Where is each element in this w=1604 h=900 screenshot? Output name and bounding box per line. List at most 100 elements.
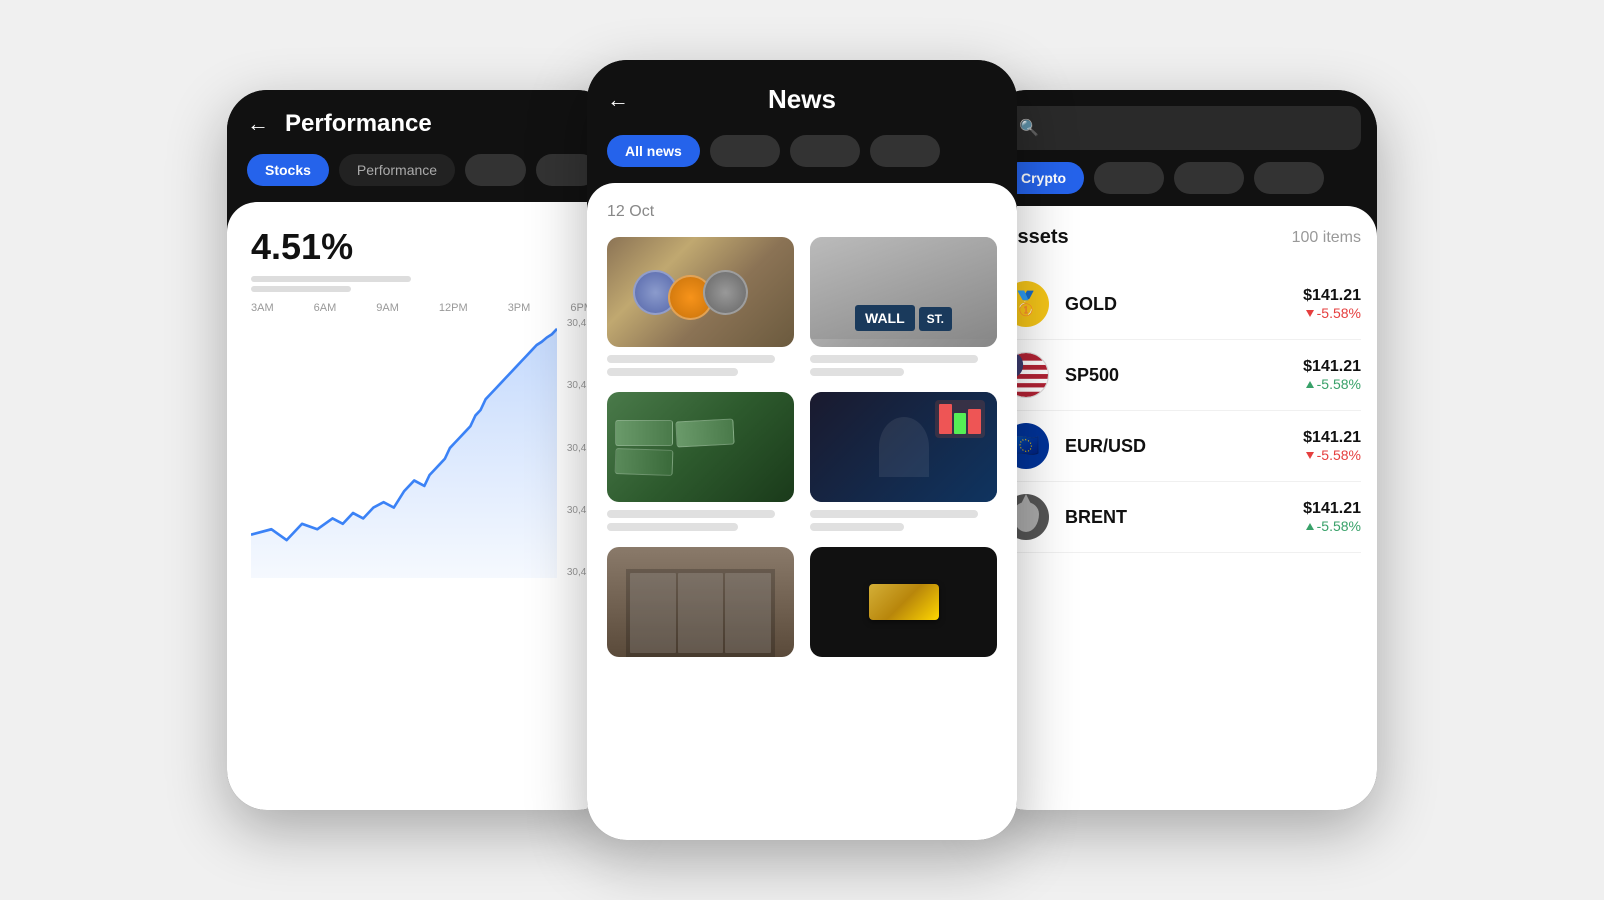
phone-news: ← News All news 12 Oct: [587, 60, 1017, 840]
assets-content: Assets 100 items 🥇 GOLD $141.21: [987, 206, 1377, 810]
wall-st-label: WALL: [855, 305, 915, 331]
news-line: [810, 510, 978, 518]
news-item-cash[interactable]: [607, 392, 794, 531]
back-arrow-icon[interactable]: ←: [247, 111, 269, 137]
news-tabs: All news: [587, 135, 1017, 183]
news-line: [810, 368, 904, 376]
crypto-tab-dot-2: [1174, 162, 1244, 194]
news-text-cash: [607, 510, 794, 531]
news-text-wallst: [810, 355, 997, 376]
news-content: 12 Oct: [587, 183, 1017, 840]
news-tab-dot-1: [710, 135, 780, 167]
tab-stocks[interactable]: Stocks: [247, 154, 329, 186]
performance-title: Performance: [285, 110, 432, 138]
news-back-icon[interactable]: ←: [607, 87, 629, 113]
news-grid-row-3: [607, 547, 997, 657]
assets-count: 100 items: [1292, 229, 1361, 247]
bill-2: [675, 418, 734, 447]
down-arrow-icon: [1306, 452, 1314, 459]
assets-list: Assets 100 items 🥇 GOLD $141.21: [987, 206, 1377, 810]
asset-name-gold: GOLD: [1065, 294, 1303, 315]
news-line: [607, 523, 738, 531]
asset-name-sp500: SP500: [1065, 365, 1303, 386]
news-image-goldbar: [810, 547, 997, 657]
crypto-tab-dot-1: [1094, 162, 1164, 194]
x-label-6am: 6AM: [314, 302, 337, 314]
news-date: 12 Oct: [607, 203, 997, 221]
perf-sublines: [227, 268, 617, 292]
up-arrow-icon: [1306, 523, 1314, 530]
asset-item-eurusd[interactable]: 🇪🇺 EUR/USD $141.21 -5.58%: [1003, 411, 1361, 482]
down-arrow-icon: [1306, 310, 1314, 317]
chart-x-labels: 3AM 6AM 9AM 12PM 3PM 6PM: [251, 302, 593, 318]
x-label-12pm: 12PM: [439, 302, 468, 314]
news-header: ← News: [587, 60, 1017, 135]
news-text-crypto: [607, 355, 794, 376]
news-grid-row-1: WALL ST.: [607, 237, 997, 376]
sp500-price-group: $141.21 -5.58%: [1303, 358, 1361, 392]
news-item-trader[interactable]: [810, 392, 997, 531]
gold-price-group: $141.21 -5.58%: [1303, 287, 1361, 321]
performance-header: ← Performance: [227, 90, 617, 154]
tab-all-news[interactable]: All news: [607, 135, 700, 167]
news-text-trader: [810, 510, 997, 531]
brent-price-group: $141.21 -5.58%: [1303, 500, 1361, 534]
performance-tabs: Stocks Performance: [227, 154, 617, 202]
x-label-3pm: 3PM: [508, 302, 531, 314]
phone-performance: ← Performance Stocks Performance 4.51%: [227, 90, 617, 810]
asset-item-sp500[interactable]: SP500 $141.21 -5.58%: [1003, 340, 1361, 411]
screen-display: [935, 400, 985, 438]
news-item-wallst[interactable]: WALL ST.: [810, 237, 997, 376]
st-label: ST.: [919, 307, 952, 331]
news-item-building[interactable]: [607, 547, 794, 657]
gold-price: $141.21: [1303, 287, 1361, 305]
news-line: [810, 355, 978, 363]
bill-1: [615, 420, 673, 446]
asset-item-gold[interactable]: 🥇 GOLD $141.21 -5.58%: [1003, 269, 1361, 340]
tab-performance[interactable]: Performance: [339, 154, 455, 186]
x-label-3am: 3AM: [251, 302, 274, 314]
news-image-building: [607, 547, 794, 657]
news-item-goldbar[interactable]: [810, 547, 997, 657]
performance-content: 4.51% 3AM 6AM 9AM 12PM 3PM 6PM: [227, 202, 617, 810]
chart-container: 3AM 6AM 9AM 12PM 3PM 6PM: [227, 292, 617, 810]
news-grid-row-2: [607, 392, 997, 531]
coin-xrp: [703, 270, 748, 315]
eur-price-group: $141.21 -5.58%: [1303, 429, 1361, 463]
perf-bar-long: [251, 276, 411, 282]
brent-change: -5.58%: [1306, 518, 1361, 534]
asset-name-brent: BRENT: [1065, 507, 1303, 528]
crypto-header: 🔍 Crypto: [987, 90, 1377, 206]
news-item-crypto[interactable]: [607, 237, 794, 376]
news-image-trader: [810, 392, 997, 502]
assets-header: Assets 100 items: [1003, 226, 1361, 249]
search-bar[interactable]: 🔍: [1003, 106, 1361, 150]
percentage-value: 4.51%: [227, 202, 617, 268]
tab-dot-1: [465, 154, 526, 186]
asset-name-eur: EUR/USD: [1065, 436, 1303, 457]
phone-crypto: 🔍 Crypto Assets 100 items: [987, 90, 1377, 810]
news-tab-dot-2: [790, 135, 860, 167]
chart-svg: [251, 318, 557, 578]
news-line: [810, 523, 904, 531]
chart-area: 30,4K 30,4K 30,4K 30,4K 30,4K: [251, 318, 593, 578]
up-arrow-icon: [1306, 381, 1314, 388]
news-line: [607, 355, 775, 363]
search-icon: 🔍: [1019, 118, 1039, 138]
eur-price: $141.21: [1303, 429, 1361, 447]
news-line: [607, 368, 738, 376]
eur-change: -5.58%: [1306, 447, 1361, 463]
crypto-tabs: Crypto: [1003, 162, 1361, 194]
gold-bar: [869, 584, 939, 620]
news-title: News: [768, 84, 836, 115]
news-image-wallst: WALL ST.: [810, 237, 997, 347]
news-image-crypto: [607, 237, 794, 347]
news-line: [607, 510, 775, 518]
gold-change: -5.58%: [1306, 305, 1361, 321]
brent-price: $141.21: [1303, 500, 1361, 518]
crypto-tab-dot-3: [1254, 162, 1324, 194]
sp500-change: -5.58%: [1306, 376, 1361, 392]
sp500-price: $141.21: [1303, 358, 1361, 376]
asset-item-brent[interactable]: BRENT $141.21 -5.58%: [1003, 482, 1361, 553]
phones-container: ← Performance Stocks Performance 4.51%: [202, 60, 1402, 840]
